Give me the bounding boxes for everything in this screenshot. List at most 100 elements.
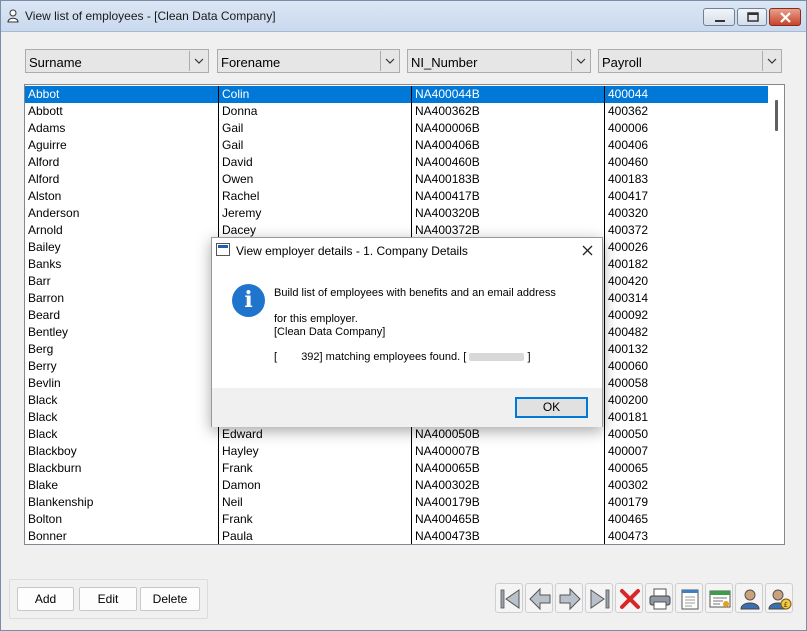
maximize-icon — [747, 12, 759, 22]
notepad-button[interactable] — [675, 583, 703, 613]
surname-cell: Blake — [28, 478, 59, 492]
dialog-title: View employer details - 1. Company Detai… — [236, 244, 468, 258]
ni-number-cell: NA400406B — [411, 137, 604, 154]
chevron-down-icon[interactable] — [571, 51, 589, 71]
matching-count: 392] — [301, 351, 323, 363]
employee-button[interactable] — [735, 583, 763, 613]
surname-cell: Blankenship — [28, 495, 94, 509]
redacted-value — [469, 353, 525, 362]
delete-record-icon — [620, 589, 640, 609]
table-row[interactable]: Blackburn Frank NA400065B 400065 — [25, 460, 768, 477]
title-bar: View list of employees - [Clean Data Com… — [1, 1, 806, 32]
form-list-button[interactable] — [705, 583, 733, 613]
table-row[interactable]: Alston Rachel NA400417B 400417 — [25, 188, 768, 205]
minimize-button[interactable] — [703, 8, 735, 26]
surname-cell: Black — [28, 427, 58, 441]
close-button[interactable] — [769, 8, 801, 26]
ni-number-filter-label: NI_Number — [411, 55, 478, 70]
employee-pay-button[interactable]: £ — [765, 583, 793, 613]
payroll-cell: 400182 — [604, 256, 768, 273]
close-icon[interactable] — [578, 241, 598, 261]
last-record-button[interactable] — [585, 583, 613, 613]
forename-cell: Gail — [218, 137, 411, 154]
surname-cell: Bentley — [28, 325, 69, 339]
payroll-cell: 400181 — [604, 409, 768, 426]
ni-number-cell: NA400460B — [411, 154, 604, 171]
edit-button[interactable]: Edit — [79, 587, 137, 611]
chevron-down-icon[interactable] — [189, 51, 207, 71]
payroll-cell: 400132 — [604, 341, 768, 358]
table-row[interactable]: Adams Gail NA400006B 400006 — [25, 120, 768, 137]
payroll-cell: 400026 — [604, 239, 768, 256]
delete-button[interactable]: Delete — [140, 587, 200, 611]
vertical-scrollbar[interactable] — [769, 85, 784, 544]
forename-filter-label: Forename — [221, 55, 281, 70]
table-row[interactable]: Bolton Frank NA400465B 400465 — [25, 511, 768, 528]
ni-number-cell: NA400320B — [411, 205, 604, 222]
dialog-title-bar: View employer details - 1. Company Detai… — [212, 238, 602, 263]
surname-cell: Bonner — [28, 529, 67, 543]
table-row[interactable]: Abbot Colin NA400044B 400044 — [25, 86, 768, 103]
ni-number-cell: NA400179B — [411, 494, 604, 511]
maximize-button[interactable] — [737, 8, 767, 26]
surname-cell: Blackboy — [28, 444, 77, 458]
table-row[interactable]: Anderson Jeremy NA400320B 400320 — [25, 205, 768, 222]
surname-cell: Arnold — [28, 223, 63, 237]
window-title: View list of employees - [Clean Data Com… — [25, 9, 276, 23]
payroll-cell: 400406 — [604, 137, 768, 154]
payroll-cell: 400372 — [604, 222, 768, 239]
payroll-cell: 400092 — [604, 307, 768, 324]
table-row[interactable]: Blankenship Neil NA400179B 400179 — [25, 494, 768, 511]
table-row[interactable]: Blake Damon NA400302B 400302 — [25, 477, 768, 494]
next-record-button[interactable] — [555, 583, 583, 613]
surname-cell: Adams — [28, 121, 66, 135]
table-row[interactable]: Blackboy Hayley NA400007B 400007 — [25, 443, 768, 460]
previous-record-button[interactable] — [525, 583, 553, 613]
table-row[interactable]: Abbott Donna NA400362B 400362 — [25, 103, 768, 120]
table-row[interactable]: Alford David NA400460B 400460 — [25, 154, 768, 171]
form-list-icon — [709, 590, 731, 608]
employer-details-dialog: View employer details - 1. Company Detai… — [211, 237, 603, 427]
app-icon — [7, 9, 19, 23]
scrollbar-thumb[interactable] — [775, 100, 778, 131]
payroll-cell: 400060 — [604, 358, 768, 375]
surname-cell: Anderson — [28, 206, 80, 220]
delete-record-button[interactable] — [615, 583, 643, 613]
surname-cell: Black — [28, 393, 58, 407]
chevron-down-icon[interactable] — [762, 51, 780, 71]
ni-number-cell: NA400465B — [411, 511, 604, 528]
forename-cell: Frank — [218, 511, 411, 528]
first-record-button[interactable] — [495, 583, 523, 613]
forename-cell: Rachel — [218, 188, 411, 205]
forename-cell: David — [218, 154, 411, 171]
ni-number-cell: NA400417B — [411, 188, 604, 205]
surname-cell: Abbott — [28, 104, 63, 118]
forename-filter[interactable]: Forename — [217, 49, 400, 73]
ok-button[interactable]: OK — [515, 397, 588, 418]
notepad-icon — [681, 589, 699, 610]
payroll-cell: 400007 — [604, 443, 768, 460]
ni-number-cell: NA400302B — [411, 477, 604, 494]
payroll-cell: 400473 — [604, 528, 768, 544]
table-row[interactable]: Black Edward NA400050B 400050 — [25, 426, 768, 443]
ni-number-filter[interactable]: NI_Number — [407, 49, 591, 73]
count-text: matching employees found. [ — [325, 351, 467, 363]
table-row[interactable]: Bonner Paula NA400473B 400473 — [25, 528, 768, 544]
last-record-icon — [590, 589, 610, 609]
info-icon: i — [232, 284, 265, 317]
surname-cell: Barron — [28, 291, 65, 305]
close-icon — [780, 12, 791, 23]
dialog-count-line: [ 392] matching employees found. [ ] — [274, 351, 531, 363]
payroll-cell: 400183 — [604, 171, 768, 188]
forename-cell: Damon — [218, 477, 411, 494]
dialog-message-line2: for this employer. — [274, 313, 358, 325]
svg-text:£: £ — [784, 601, 788, 609]
payroll-filter[interactable]: Payroll — [598, 49, 782, 73]
table-row[interactable]: Alford Owen NA400183B 400183 — [25, 171, 768, 188]
chevron-down-icon[interactable] — [380, 51, 398, 71]
table-row[interactable]: Aguirre Gail NA400406B 400406 — [25, 137, 768, 154]
print-button[interactable] — [645, 583, 673, 613]
dialog-message-line1: Build list of employees with benefits an… — [274, 287, 556, 299]
add-button[interactable]: Add — [17, 587, 74, 611]
surname-filter[interactable]: Surname — [25, 49, 209, 73]
